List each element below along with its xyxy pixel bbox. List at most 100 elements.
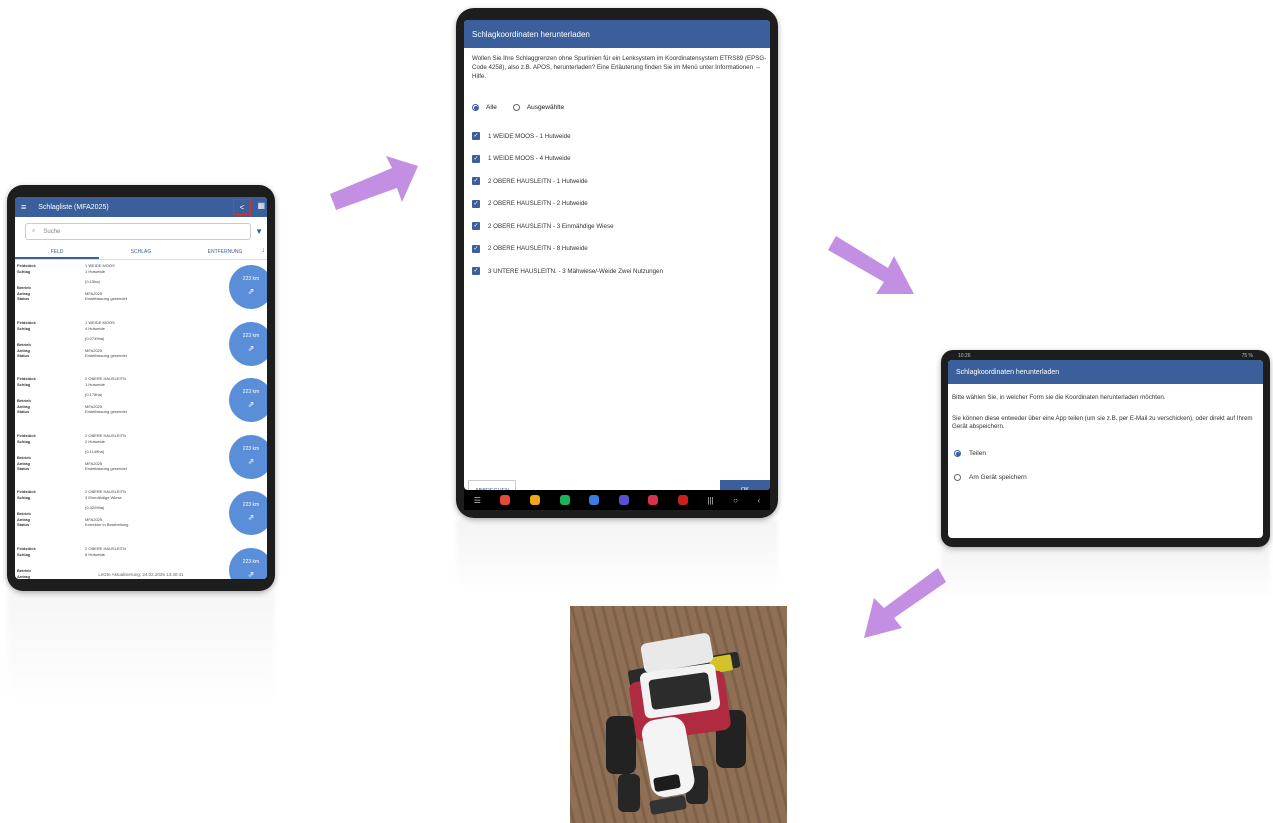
drawer-icon[interactable]: ☰ — [474, 496, 481, 505]
hamburger-icon[interactable]: ≡ — [21, 202, 26, 212]
radio-all-label: Alle — [486, 104, 497, 111]
row-value-schlag: 1 Hutweide — [85, 382, 106, 387]
map-route-icon: ⇗ — [247, 513, 255, 522]
row-label: Schlag — [17, 325, 31, 331]
last-update-text: Letzte Aktualisierung: 24.02.2025 13:40:… — [98, 572, 184, 577]
field-checkbox-item[interactable]: ✓ 2 OBERE HAUSLEITN - 1 Hutweide — [472, 170, 663, 193]
row-label: Feldstück — [17, 376, 36, 381]
navigate-button[interactable]: 223 km ⇗ — [229, 321, 267, 366]
back-icon[interactable]: ‹ — [757, 496, 760, 505]
option-share[interactable]: Teilen — [954, 450, 986, 457]
field-row[interactable]: FeldstückSchlagBetriebAntragStatus2 OBER… — [15, 376, 267, 433]
screen-schlagliste: ≡ Schlagliste (MFA2025) < ▦ ⌕ Suche ▼ FE… — [15, 197, 267, 579]
app-shortcut-icon[interactable] — [530, 495, 541, 505]
navigate-button[interactable]: 223 km ⇗ — [229, 265, 267, 309]
checkbox-checked[interactable]: ✓ — [472, 154, 480, 163]
tab-feld[interactable]: FELD — [15, 245, 99, 259]
distance-label: 223 km — [242, 558, 260, 565]
app-shortcut-icon[interactable] — [500, 495, 511, 505]
radio-selected-label: Ausgewählte — [526, 104, 565, 111]
distance-label: 223 km — [242, 332, 260, 339]
app-shortcut-icon[interactable] — [648, 495, 659, 505]
checkbox-checked[interactable]: ✓ — [472, 199, 480, 208]
option-save[interactable]: Am Gerät speichern — [954, 474, 1027, 481]
navigate-button[interactable]: 223 km ⇗ — [229, 434, 267, 479]
home-icon[interactable]: ○ — [733, 496, 738, 505]
row-value-flaeche: (0.178ha) — [85, 392, 103, 397]
checkbox-checked[interactable]: ✓ — [472, 177, 480, 186]
row-value-feld: 2 OBERE HAUSLEITN — [85, 376, 126, 381]
page-title: Schlagliste (MFA2025) — [38, 203, 109, 211]
checkbox-checked[interactable]: ✓ — [472, 244, 480, 253]
row-value-feld: 2 OBERE HAUSLEITN — [85, 432, 126, 438]
arrow-right-up-icon — [330, 156, 418, 210]
option-share-label: Teilen — [969, 450, 986, 457]
status-bar: 10:26 75 % — [948, 352, 1263, 360]
tab-entfernung[interactable]: ENTFERNUNG — [183, 245, 267, 259]
radio-share[interactable] — [954, 450, 961, 457]
row-label: Status — [17, 352, 30, 358]
row-value-schlag: 3 Einmähdige Wiese — [85, 495, 122, 500]
dialog-text-1: Bitte wählen Sie, in welcher Form sie di… — [952, 394, 1166, 401]
tractor-photo — [570, 606, 787, 823]
dialog-intro-text: Wollen Sie Ihre Schlaggrenzen ohne Spurl… — [472, 55, 767, 80]
field-checkbox-item[interactable]: ✓ 3 UNTERE HAUSLEITN. - 3 Mähwiese/-Weide… — [472, 260, 663, 283]
row-label: Feldstück — [17, 263, 36, 268]
share-icon[interactable]: < — [233, 199, 251, 215]
field-checkbox-item[interactable]: ✓ 2 OBERE HAUSLEITN - 2 Hutweide — [472, 193, 663, 216]
app-shortcut-icon[interactable] — [618, 495, 629, 505]
row-value-feld: 2 OBERE HAUSLEITN — [85, 545, 126, 551]
field-list: Feldstück Schlag Betrieb Antrag Status 1 WEID… — [15, 263, 267, 579]
dialog-text-2: Sie können diese entweder über eine App … — [952, 415, 1253, 430]
sort-icon[interactable]: ↓ — [262, 247, 266, 254]
row-label: Feldstück — [17, 319, 36, 325]
map-icon[interactable]: ▦ — [257, 201, 265, 210]
app-shortcut-icon[interactable] — [677, 495, 688, 505]
row-label: Schlag — [17, 269, 31, 274]
field-row[interactable]: Feldstück Schlag Betrieb Antrag Status 1 WEID… — [15, 263, 267, 320]
field-row[interactable]: FeldstückSchlagBetriebAntragStatus2 OBER… — [15, 489, 267, 546]
field-checkbox-item[interactable]: ✓ 2 OBERE HAUSLEITN - 8 Hutweide — [472, 238, 663, 261]
row-label: Status — [17, 409, 30, 414]
map-route-icon: ⇗ — [247, 343, 255, 353]
field-checkbox-item[interactable]: ✓ 2 OBERE HAUSLEITN - 3 Einmähdige Wiese — [472, 215, 663, 238]
map-route-icon: ⇗ — [247, 400, 255, 409]
row-label: Betrieb — [17, 454, 31, 460]
filter-icon[interactable]: ▼ — [255, 227, 263, 236]
app-shortcut-icon[interactable] — [559, 495, 570, 505]
field-checkbox-item[interactable]: ✓ 1 WEIDE MOOS - 1 Hutweide — [472, 125, 663, 148]
tablet-schlagliste: ≡ Schlagliste (MFA2025) < ▦ ⌕ Suche ▼ FE… — [7, 185, 275, 591]
app-shortcut-icon[interactable] — [589, 495, 600, 505]
radio-selected[interactable] — [512, 104, 520, 111]
row-value-schlag: 4 Hutweide — [85, 325, 106, 331]
distance-label: 223 km — [242, 276, 260, 282]
app-bar: ≡ Schlagliste (MFA2025) — [15, 197, 267, 217]
row-label: Status — [17, 296, 30, 301]
navigate-button[interactable]: 223 km ⇗ — [229, 378, 267, 422]
map-route-icon: ⇗ — [247, 287, 255, 296]
checkbox-label: 1 WEIDE MOOS - 1 Hutweide — [488, 132, 571, 140]
checkbox-checked[interactable]: ✓ — [472, 267, 480, 276]
field-row[interactable]: Feldstück Schlag Betrieb Antrag Status 1 WEID… — [15, 320, 267, 377]
checkbox-checked[interactable]: ✓ — [472, 132, 480, 141]
ok-button[interactable]: OK — [720, 480, 770, 490]
checkbox-label: 2 OBERE HAUSLEITN - 8 Hutweide — [488, 245, 588, 253]
field-row[interactable]: FeldstückSchlagBetriebAntragStatus2 OBER… — [15, 433, 267, 490]
cancel-button[interactable]: ABBRECHEN — [468, 480, 517, 490]
status-battery: 75 % — [1241, 353, 1253, 359]
checkbox-checked[interactable]: ✓ — [472, 222, 480, 231]
navigate-button[interactable]: 223 km ⇗ — [229, 491, 267, 535]
radio-all[interactable] — [472, 104, 479, 111]
radio-save[interactable] — [954, 474, 961, 481]
tab-schlag[interactable]: SCHLAG — [99, 245, 183, 259]
checkbox-label: 2 OBERE HAUSLEITN - 2 Hutweide — [488, 200, 588, 208]
row-value-status: Erstelfassung gesendet — [85, 296, 127, 301]
row-label: Schlag — [17, 438, 31, 444]
row-value-flaeche: (0.15ha) — [85, 279, 100, 284]
row-label: Feldstück — [17, 489, 36, 494]
field-checkbox-item[interactable]: ✓ 1 WEIDE MOOS - 4 Hutweide — [472, 148, 663, 171]
row-label: Status — [17, 522, 30, 527]
search-input[interactable]: ⌕ Suche — [25, 223, 251, 240]
row-value-schlag: 8 Hutweide — [85, 551, 106, 557]
recents-icon[interactable]: ||| — [707, 496, 713, 505]
